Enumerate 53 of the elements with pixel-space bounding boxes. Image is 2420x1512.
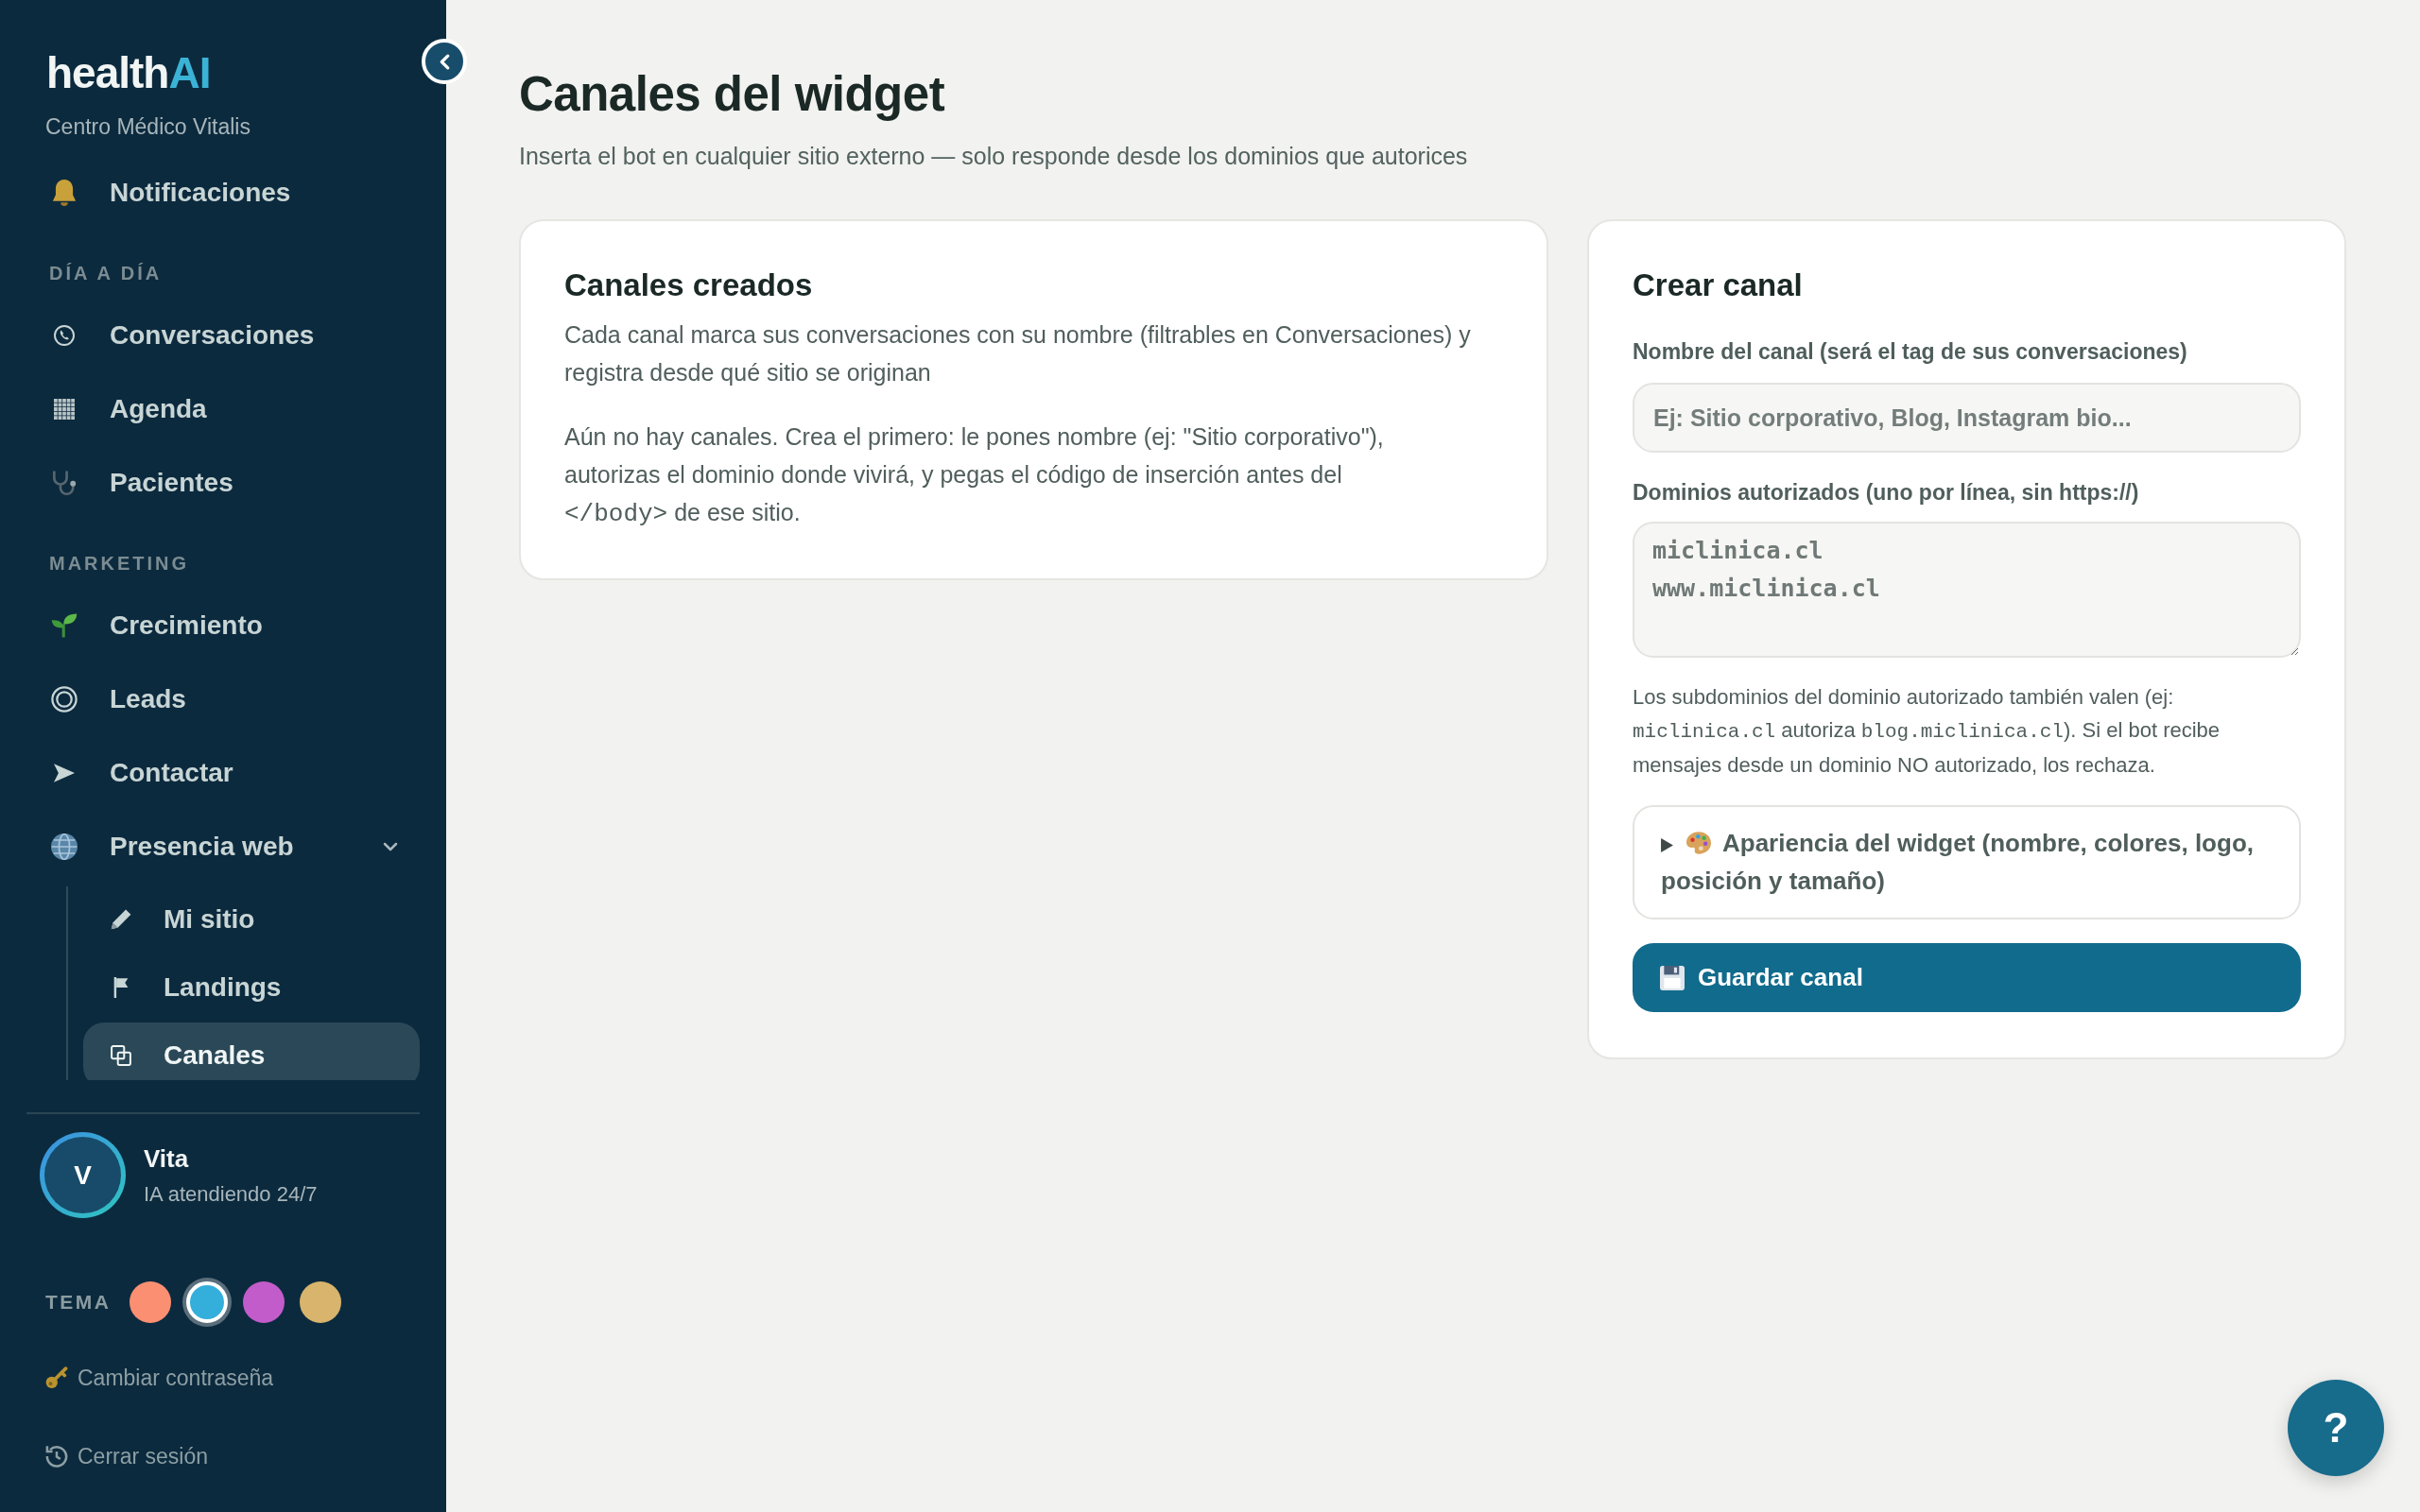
page-subtitle: Inserta el bot en cualquier sitio externo — solo responde desde los dominios que autorices: [519, 142, 1469, 171]
save-channel-button[interactable]: Guardar canal: [1633, 943, 2301, 1012]
field-label: Nombre del canal (será el tag de sus conversaciones): [1633, 338, 2187, 366]
nav-item[interactable]: Contactar: [26, 736, 420, 810]
field-label: Dominios autorizados (uno por línea, sin https://): [1633, 479, 2139, 507]
pencil-icon: [111, 908, 131, 930]
section-heading: MARKETING: [49, 552, 191, 576]
bell-icon: [51, 180, 78, 206]
chevron-left-icon: [439, 53, 450, 70]
nav-item[interactable]: Leads: [26, 662, 420, 736]
empty-state-text: Aún no hay canales. Crea el primero: le pones nombre (ej: "Sitio corporativo"), autorizas el dominio donde vivirá, y pegas el código de inserción antes del </body> de ese sitio.: [564, 422, 1385, 530]
appearance-toggle[interactable]: Apariencia del widget (nombre, colores, logo, posición y tamaño): [1633, 805, 2301, 919]
stethoscope-icon: [51, 470, 78, 496]
card-title: Crear canal: [1633, 266, 1804, 304]
theme-swatch-icon[interactable]: [185, 1281, 228, 1323]
nav-subitem[interactable]: Mi sitio: [83, 886, 420, 952]
grid-icon: [54, 399, 75, 420]
seedling-icon: [51, 612, 78, 639]
theme-swatch-icon[interactable]: [242, 1281, 285, 1323]
nav-item[interactable]: Agenda: [26, 372, 420, 446]
theme-swatch-icon[interactable]: [129, 1281, 171, 1323]
palette-icon: [1686, 832, 1711, 854]
arrow-icon: [54, 763, 75, 783]
domains-textarea[interactable]: miclinica.cl www.miclinica.cl: [1633, 522, 2301, 658]
logo: healthAI: [46, 47, 212, 99]
assistant-name: Vita: [144, 1143, 190, 1175]
sidebar-link[interactable]: Cerrar sesión: [26, 1437, 209, 1475]
help-button[interactable]: ?: [2288, 1380, 2384, 1476]
sidebar-link[interactable]: Cambiar contraseña: [26, 1359, 274, 1397]
nav-item[interactable]: Notificaciones: [26, 156, 420, 230]
nav-item[interactable]: Pacientes: [26, 446, 420, 520]
nav-item[interactable]: Presencia web: [26, 810, 420, 884]
channel-name-input[interactable]: Ej: Sitio corporativo, Blog, Instagram bio...: [1633, 383, 2301, 453]
key-icon: [45, 1366, 68, 1389]
nav-subitem[interactable]: Canales: [83, 1022, 420, 1080]
card-description: Cada canal marca sus conversaciones con su nombre (filtrables en Conversaciones) y registra desde qué sitio se originan: [564, 320, 1472, 387]
overlapping-squares-icon: [111, 1044, 131, 1066]
phone-icon: [54, 325, 75, 346]
collapse-sidebar-button[interactable]: [422, 39, 467, 84]
target-icon: [51, 686, 78, 713]
card-title: Canales creados: [564, 266, 814, 304]
globe-icon: [51, 833, 78, 860]
nav-subitem[interactable]: Landings: [83, 954, 420, 1020]
theme-label: TEMA: [45, 1291, 112, 1314]
page-title: Canales del widget: [519, 66, 946, 123]
organization-name: Centro Médico Vitalis: [45, 113, 251, 141]
assistant-status: IA atendiendo 24/7: [144, 1180, 318, 1208]
circular-arrow-icon: [45, 1445, 68, 1468]
domains-help-text: Los subdominios del dominio autorizado también valen (ej: miclinica.cl autoriza blog.miclinica.cl). Si el bot recibe mensajes desde un dominio NO autorizado, los rechaza.: [1633, 684, 2221, 779]
nav-item[interactable]: Crecimiento: [26, 589, 420, 662]
nav-item[interactable]: Conversaciones: [26, 299, 420, 372]
section-heading: DÍA A DÍA: [49, 262, 164, 285]
theme-swatch-icon[interactable]: [299, 1281, 341, 1323]
